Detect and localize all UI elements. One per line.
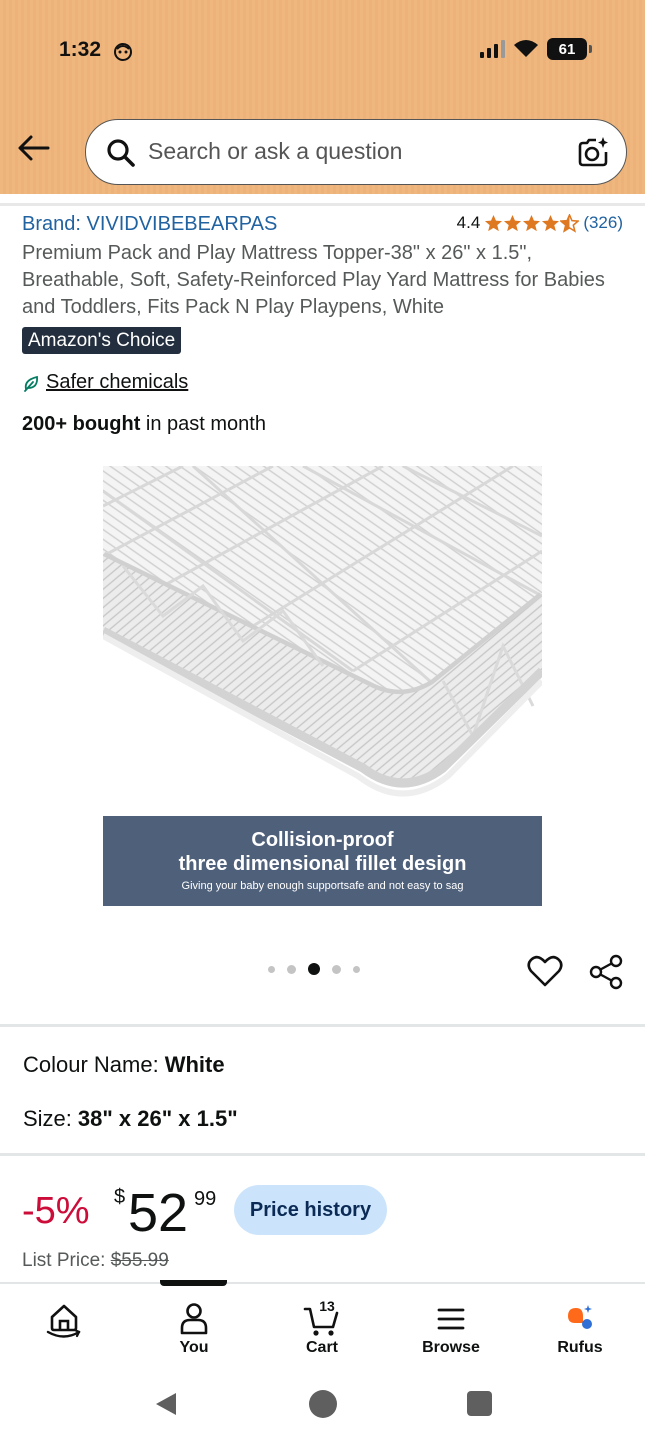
- banner-caption: Giving your baby enough supportsafe and …: [181, 880, 464, 892]
- carousel-dots[interactable]: [268, 963, 360, 975]
- search-icon: [107, 139, 135, 167]
- safer-chemicals-label: Safer chemicals: [46, 371, 189, 393]
- size-label: Size:: [23, 1106, 72, 1131]
- brand-link[interactable]: Brand: VIVIDVIBEBEARPAS: [22, 213, 277, 236]
- star-full-icon: [523, 214, 541, 231]
- system-recents-icon[interactable]: [467, 1391, 492, 1416]
- product-title: Premium Pack and Play Mattress Topper-38…: [22, 242, 605, 318]
- price-history-button[interactable]: Price history: [234, 1185, 387, 1235]
- camera-search-icon[interactable]: [576, 135, 610, 169]
- bottom-nav: You 13 Cart Browse Rufus: [0, 1280, 645, 1368]
- app-header: 1:32 61: [0, 0, 645, 194]
- notification-icon: [114, 43, 132, 61]
- divider: [0, 1153, 645, 1156]
- star-full-icon: [485, 214, 503, 231]
- wifi-icon: [514, 40, 538, 57]
- colour-label: Colour Name:: [23, 1052, 159, 1077]
- star-full-icon: [542, 214, 560, 231]
- divider: [0, 203, 645, 206]
- amazons-choice-badge[interactable]: Amazon's Choice: [22, 327, 182, 354]
- nav-browse[interactable]: Browse: [396, 1284, 506, 1368]
- nav-cart[interactable]: 13 Cart: [267, 1284, 377, 1368]
- rufus-icon: [568, 1305, 592, 1329]
- wishlist-heart-icon[interactable]: [527, 954, 563, 988]
- mattress-illustration: [103, 466, 542, 816]
- bought-count-rest: in past month: [140, 413, 266, 435]
- star-full-icon: [504, 214, 522, 231]
- battery-icon: 61: [547, 38, 592, 60]
- star-half-icon: [560, 213, 580, 233]
- price-fraction: 99: [194, 1188, 217, 1210]
- price-whole: 52: [128, 1183, 189, 1243]
- size-selector[interactable]: Size: 38" x 26" x 1.5": [23, 1106, 238, 1132]
- size-value: 38" x 26" x 1.5": [77, 1106, 238, 1131]
- status-icons: 61: [479, 38, 592, 60]
- home-icon: [46, 1304, 81, 1338]
- discount-percent: -5%: [22, 1190, 90, 1232]
- system-back-icon[interactable]: [152, 1390, 180, 1418]
- nav-rufus[interactable]: Rufus: [525, 1284, 635, 1368]
- carousel-dot[interactable]: [353, 965, 360, 973]
- nav-label: You: [179, 1339, 209, 1356]
- nav-label: Cart: [305, 1339, 338, 1356]
- banner-subtitle: three dimensional fillet design: [178, 853, 467, 875]
- leaf-icon: [24, 375, 38, 392]
- star-rating: [484, 213, 580, 233]
- nav-label: Browse: [422, 1339, 480, 1356]
- person-icon: [180, 1303, 208, 1335]
- back-arrow-icon[interactable]: [16, 132, 52, 164]
- rating-value: 4.4: [456, 213, 481, 232]
- search-input[interactable]: [148, 138, 548, 165]
- product-image[interactable]: Collision-proof three dimensional fillet…: [103, 466, 542, 906]
- safer-chemicals-link[interactable]: Safer chemicals: [22, 371, 188, 394]
- system-nav-bar: [0, 1368, 645, 1440]
- bought-count: 200+ bought in past month: [22, 413, 266, 436]
- list-price-label: List Price:: [22, 1250, 106, 1271]
- colour-value: White: [164, 1052, 225, 1077]
- bought-count-bold: 200+ bought: [22, 413, 141, 435]
- share-icon[interactable]: [588, 954, 624, 990]
- divider: [0, 1024, 645, 1027]
- nav-label: Rufus: [557, 1339, 603, 1356]
- banner-title: Collision-proof: [251, 829, 394, 851]
- rating-summary[interactable]: 4.4 (326): [457, 213, 623, 233]
- price-currency: $: [114, 1186, 126, 1208]
- image-banner: Collision-proof three dimensional fillet…: [103, 816, 542, 906]
- carousel-dot[interactable]: [287, 964, 296, 974]
- carousel-dot-active[interactable]: [308, 963, 320, 975]
- list-price-value: $55.99: [110, 1250, 169, 1271]
- colour-selector[interactable]: Colour Name: White: [23, 1052, 225, 1078]
- system-home-icon[interactable]: [309, 1390, 337, 1418]
- carousel-dot[interactable]: [332, 964, 341, 974]
- signal-icon: [480, 40, 505, 58]
- list-price: List Price: $55.99: [22, 1250, 169, 1272]
- carousel-dot[interactable]: [268, 965, 275, 973]
- rating-count-link[interactable]: (326): [583, 213, 623, 233]
- menu-icon: [437, 1308, 465, 1330]
- search-bar[interactable]: [85, 119, 627, 185]
- status-time: 1:32: [59, 38, 102, 61]
- nav-home[interactable]: [9, 1284, 119, 1368]
- nav-you[interactable]: You: [139, 1284, 249, 1368]
- cart-count: 13: [319, 1298, 335, 1314]
